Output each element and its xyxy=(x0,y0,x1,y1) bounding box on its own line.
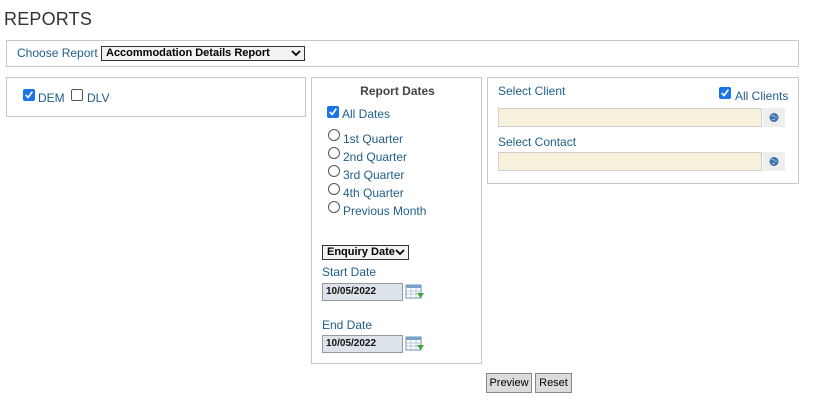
report-dates-title: Report Dates xyxy=(360,84,435,98)
start-date-input[interactable]: 10/05/2022 xyxy=(322,283,403,301)
client-panel: Select Client All Clients Select Contact xyxy=(487,77,799,184)
radio-2nd-quarter[interactable] xyxy=(328,147,340,159)
preview-button[interactable]: Preview xyxy=(486,373,532,393)
reset-button[interactable]: Reset xyxy=(535,373,572,393)
site-panel: DEM DLV xyxy=(6,77,306,117)
radio-3rd-quarter[interactable] xyxy=(328,165,340,177)
report-select-value: Accommodation Details Report xyxy=(106,47,270,59)
radio-4th-quarter[interactable] xyxy=(328,183,340,195)
radio-1st-quarter-label: 1st Quarter xyxy=(343,132,404,146)
client-input[interactable] xyxy=(498,108,762,127)
chevron-down-icon xyxy=(291,50,301,57)
page-title: REPORTS xyxy=(4,9,93,29)
dlv-checkbox[interactable] xyxy=(71,89,83,101)
choose-report-panel: Choose Report Accommodation Details Repo… xyxy=(6,40,799,67)
radio-previous-month[interactable] xyxy=(328,201,340,213)
radio-1st-quarter[interactable] xyxy=(328,129,340,141)
start-date-label: Start Date xyxy=(322,265,377,279)
dem-checkbox[interactable] xyxy=(23,89,35,101)
calendar-icon[interactable] xyxy=(405,335,425,353)
end-date-input[interactable]: 10/05/2022 xyxy=(322,335,403,353)
choose-report-label: Choose Report xyxy=(17,46,98,60)
date-type-value: Enquiry Date xyxy=(327,246,395,258)
date-type-select[interactable]: Enquiry Date xyxy=(322,245,409,260)
radio-4th-quarter-label: 4th Quarter xyxy=(343,186,404,200)
all-dates-checkbox[interactable] xyxy=(327,106,339,118)
radio-2nd-quarter-label: 2nd Quarter xyxy=(343,150,408,164)
all-dates-label: All Dates xyxy=(342,107,391,121)
dem-label: DEM xyxy=(38,91,65,105)
all-clients-label: All Clients xyxy=(735,89,789,103)
select-client-label: Select Client xyxy=(498,84,566,98)
globe-icon xyxy=(769,157,779,166)
end-date-label: End Date xyxy=(322,318,373,332)
contact-input[interactable] xyxy=(498,152,762,171)
chevron-down-icon xyxy=(395,249,405,256)
globe-icon xyxy=(769,113,779,122)
report-dates-panel: Report Dates All Dates 1st Quarter 2nd Q… xyxy=(311,77,482,364)
select-contact-label: Select Contact xyxy=(498,135,577,149)
contact-lookup-button[interactable] xyxy=(763,152,785,171)
calendar-icon[interactable] xyxy=(405,283,425,301)
all-clients-checkbox[interactable] xyxy=(719,87,731,99)
radio-previous-month-label: Previous Month xyxy=(343,204,427,218)
report-select[interactable]: Accommodation Details Report xyxy=(101,46,305,61)
radio-3rd-quarter-label: 3rd Quarter xyxy=(343,168,405,182)
dlv-label: DLV xyxy=(87,91,110,105)
client-lookup-button[interactable] xyxy=(763,108,785,127)
